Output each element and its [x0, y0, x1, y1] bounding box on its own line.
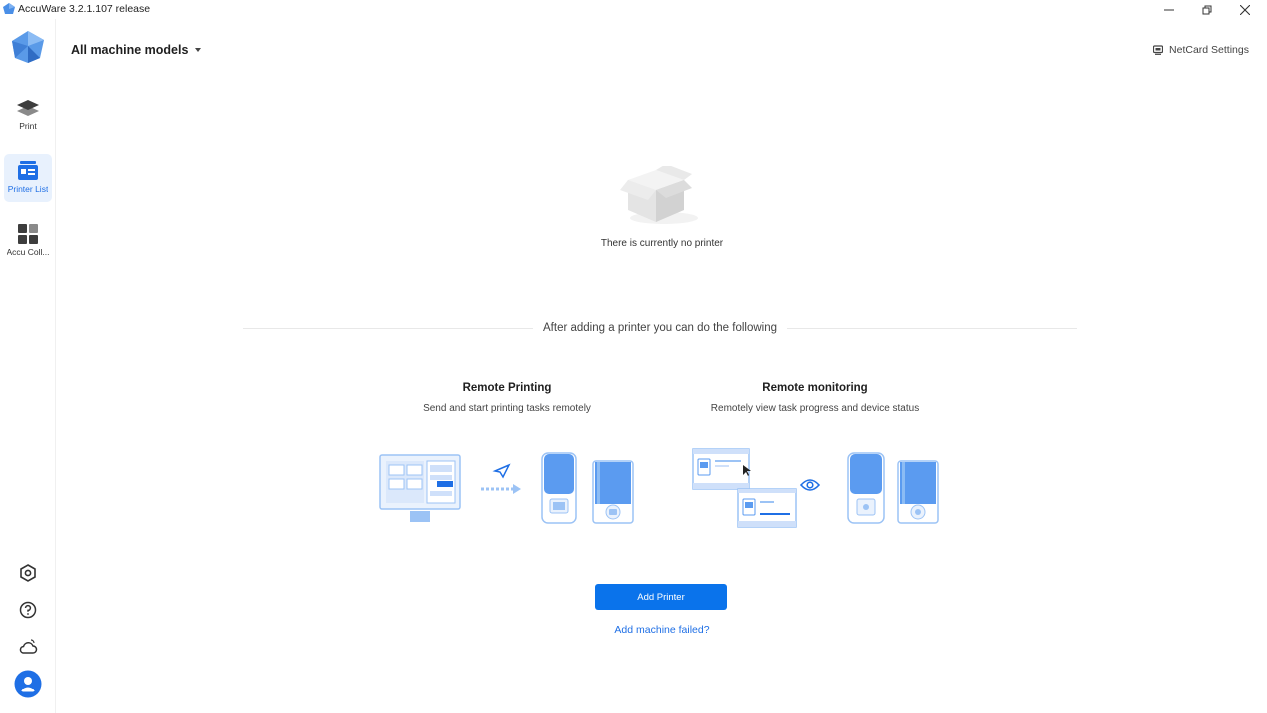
title-bar: AccuWare 3.2.1.107 release — [0, 0, 1267, 19]
settings-button[interactable] — [14, 559, 42, 587]
sidebar-item-label: Accu Coll... — [6, 247, 50, 257]
feature-title: Remote Printing — [462, 382, 552, 394]
remote-monitoring-illustration — [692, 448, 939, 528]
feature-description: Remotely view task progress and device s… — [710, 403, 920, 414]
netcard-settings-label: NetCard Settings — [1169, 44, 1249, 56]
sidebar-item-label: Print — [19, 121, 37, 131]
cloud-button[interactable] — [14, 633, 42, 661]
feature-title: Remote monitoring — [762, 382, 868, 394]
sidebar-item-printer-list[interactable]: Printer List — [4, 154, 52, 202]
machine-model-label: All machine models — [71, 43, 189, 57]
restore-icon — [1202, 5, 1212, 14]
chevron-down-icon — [195, 48, 202, 52]
netcard-icon — [1153, 45, 1164, 55]
feature-description: Send and start printing tasks remotely — [423, 403, 591, 414]
features-heading: After adding a printer you can do the fo… — [543, 322, 777, 334]
add-machine-failed-link[interactable]: Add machine failed? — [57, 624, 1267, 636]
divider-line — [787, 327, 1078, 329]
printer-list-icon — [16, 160, 40, 182]
machine-model-dropdown[interactable]: All machine models — [71, 43, 202, 57]
app-logo-icon — [3, 3, 15, 14]
add-printer-button[interactable]: Add Printer — [595, 584, 727, 610]
sidebar-item-accu-collection[interactable]: Accu Coll... — [4, 217, 52, 265]
help-icon — [19, 601, 37, 619]
features-divider: After adding a printer you can do the fo… — [243, 320, 1078, 336]
sidebar: Print Printer List Accu Coll... — [0, 19, 56, 713]
main-content: All machine models NetCard Settings Ther… — [57, 19, 1267, 713]
user-avatar-button[interactable] — [14, 670, 42, 698]
netcard-settings-button[interactable]: NetCard Settings — [1153, 44, 1249, 56]
accuware-logo — [12, 31, 44, 63]
feature-remote-monitoring: Remote monitoring Remotely view task pro… — [695, 382, 935, 414]
divider-line — [243, 327, 534, 329]
help-button[interactable] — [14, 596, 42, 624]
user-avatar-icon — [14, 670, 42, 698]
collection-icon — [16, 223, 40, 245]
sidebar-item-label: Printer List — [7, 184, 49, 194]
remote-printing-illustration — [379, 452, 634, 524]
empty-state-message: There is currently no printer — [600, 238, 724, 249]
minimize-button[interactable] — [1150, 0, 1188, 19]
close-button[interactable] — [1226, 0, 1264, 19]
empty-box-icon — [620, 166, 698, 224]
minimize-icon — [1164, 9, 1174, 10]
restore-button[interactable] — [1188, 0, 1226, 19]
window-title: AccuWare 3.2.1.107 release — [18, 3, 151, 15]
layers-icon — [16, 97, 40, 119]
cloud-icon — [19, 639, 38, 654]
feature-remote-printing: Remote Printing Send and start printing … — [397, 382, 617, 414]
sidebar-item-print[interactable]: Print — [4, 91, 52, 139]
close-icon — [1240, 4, 1250, 15]
settings-icon — [20, 564, 36, 582]
